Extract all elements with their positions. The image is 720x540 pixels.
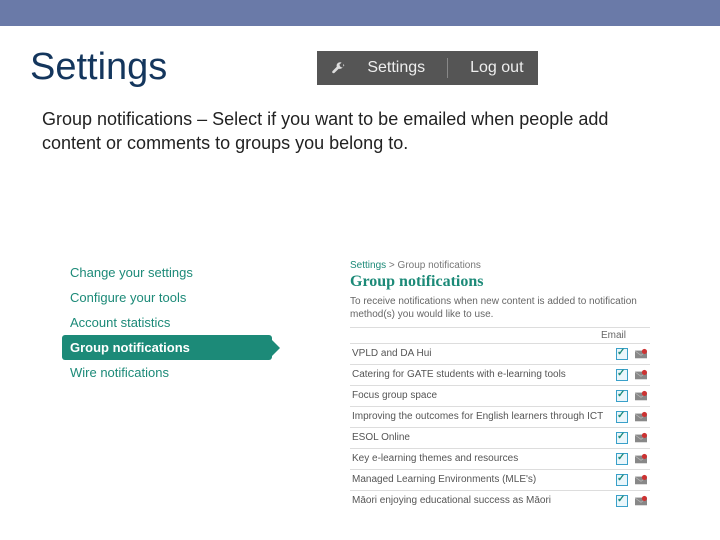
group-label: Managed Learning Environments (MLE's) — [352, 474, 610, 486]
email-checkbox[interactable] — [616, 453, 628, 465]
envelope-icon — [634, 411, 648, 423]
group-row: Key e-learning themes and resources — [350, 448, 650, 469]
email-checkbox[interactable] — [616, 348, 628, 360]
group-label: Catering for GATE students with e-learni… — [352, 369, 610, 381]
app-header-bar: Settings Log out — [317, 51, 537, 85]
breadcrumb-leaf: Group notifications — [398, 260, 481, 271]
group-label: ESOL Online — [352, 432, 610, 444]
group-label: VPLD and DA Hui — [352, 348, 610, 360]
group-row: VPLD and DA Hui — [350, 343, 650, 364]
sidebar-item-account-statistics[interactable]: Account statistics — [62, 310, 272, 335]
email-checkbox[interactable] — [616, 411, 628, 423]
sidebar-item-change-your-settings[interactable]: Change your settings — [62, 260, 272, 285]
email-checkbox[interactable] — [616, 474, 628, 486]
envelope-icon — [634, 453, 648, 465]
email-checkbox[interactable] — [616, 495, 628, 507]
group-row: ESOL Online — [350, 427, 650, 448]
group-row: Māori enjoying educational success as Mā… — [350, 490, 650, 511]
panel-title: Group notifications — [350, 273, 650, 291]
panel-description: To receive notifications when new conten… — [350, 295, 650, 321]
envelope-icon — [634, 390, 648, 402]
group-label: Key e-learning themes and resources — [352, 453, 610, 465]
header-separator — [447, 58, 448, 78]
email-checkbox[interactable] — [616, 432, 628, 444]
envelope-icon — [634, 348, 648, 360]
breadcrumb: Settings > Group notifications — [350, 260, 650, 271]
group-label: Māori enjoying educational success as Mā… — [352, 495, 610, 507]
group-row: Improving the outcomes for English learn… — [350, 406, 650, 427]
group-row: Focus group space — [350, 385, 650, 406]
slide-description: Group notifications – Select if you want… — [30, 107, 670, 156]
group-notifications-panel: Settings > Group notifications Group not… — [350, 260, 650, 511]
envelope-icon — [634, 474, 648, 486]
sidebar-item-wire-notifications[interactable]: Wire notifications — [62, 360, 272, 385]
group-label: Focus group space — [352, 390, 610, 402]
header-logout-link[interactable]: Log out — [470, 59, 523, 77]
group-row: Managed Learning Environments (MLE's) — [350, 469, 650, 490]
breadcrumb-root[interactable]: Settings — [350, 260, 386, 271]
email-checkbox[interactable] — [616, 390, 628, 402]
envelope-icon — [634, 495, 648, 507]
wrench-icon — [331, 61, 345, 75]
header-settings-link[interactable]: Settings — [367, 59, 425, 77]
slide-accent-bar — [0, 0, 720, 26]
settings-sidebar: Change your settingsConfigure your tools… — [62, 260, 272, 511]
envelope-icon — [634, 369, 648, 381]
sidebar-item-configure-your-tools[interactable]: Configure your tools — [62, 285, 272, 310]
page-title: Settings — [30, 46, 167, 89]
group-row: Catering for GATE students with e-learni… — [350, 364, 650, 385]
group-label: Improving the outcomes for English learn… — [352, 411, 610, 423]
sidebar-item-group-notifications[interactable]: Group notifications — [62, 335, 272, 360]
email-checkbox[interactable] — [616, 369, 628, 381]
column-header-email: Email — [350, 327, 650, 343]
envelope-icon — [634, 432, 648, 444]
